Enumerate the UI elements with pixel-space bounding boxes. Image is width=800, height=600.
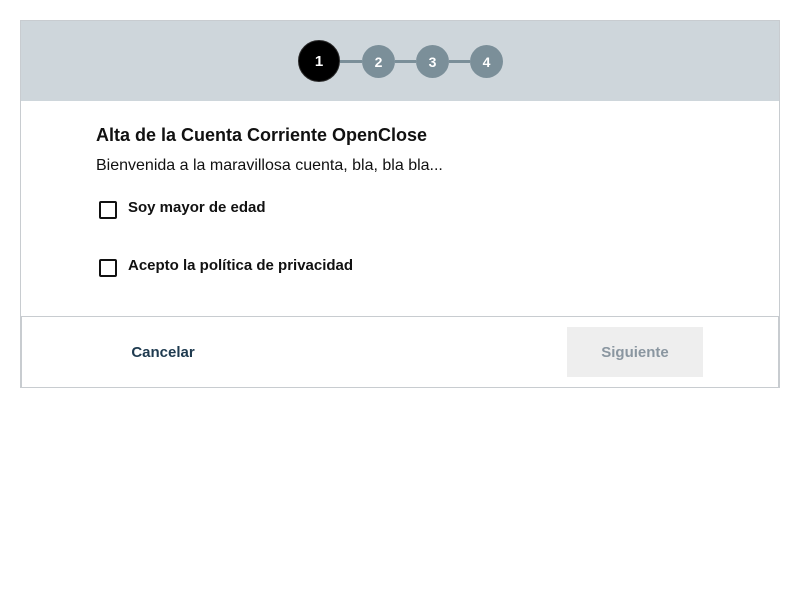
next-button[interactable]: Siguiente [567, 327, 703, 377]
step-4: 4 [470, 45, 503, 78]
onboarding-card: 1 2 3 4 Alta de la Cuenta Corriente Open… [20, 20, 780, 388]
page-title: Alta de la Cuenta Corriente OpenClose [96, 125, 428, 145]
step-1: 1 [298, 40, 340, 82]
step-connector [340, 60, 362, 63]
stepper-bar: 1 2 3 4 [21, 21, 779, 101]
privacy-checkbox[interactable] [99, 259, 117, 277]
step-3: 3 [416, 45, 449, 78]
age-checkbox-label[interactable]: Soy mayor de edad [128, 199, 266, 216]
age-checkbox[interactable] [99, 201, 117, 219]
step-connector [395, 60, 416, 63]
age-checkbox-row[interactable]: Soy mayor de edad [99, 199, 266, 219]
card-footer: Cancelar Siguiente [21, 316, 779, 388]
step-connector [449, 60, 470, 63]
page-subtitle: Bienvenida a la maravillosa cuenta, bla,… [96, 157, 443, 174]
privacy-checkbox-row[interactable]: Acepto la política de privacidad [99, 257, 353, 277]
step-2: 2 [362, 45, 395, 78]
cancel-button[interactable]: Cancelar [92, 327, 234, 377]
privacy-checkbox-label[interactable]: Acepto la política de privacidad [128, 257, 353, 274]
